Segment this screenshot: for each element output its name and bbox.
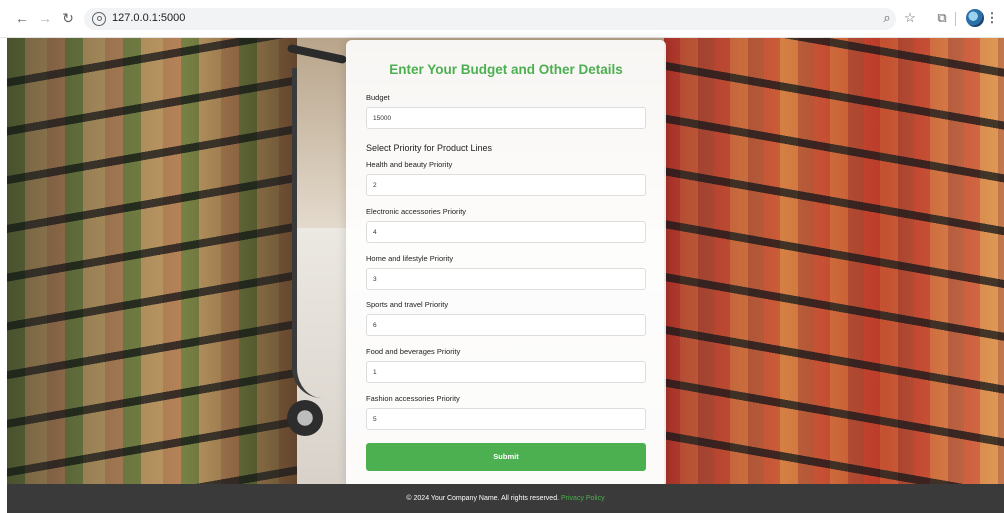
privacy-policy-link[interactable]: Privacy Policy xyxy=(561,495,605,502)
budget-input[interactable] xyxy=(366,107,646,129)
fashion-accessories-priority-input[interactable] xyxy=(366,408,646,430)
extensions-icon[interactable]: ⧉ xyxy=(934,10,950,26)
food-beverages-priority-input[interactable] xyxy=(366,361,646,383)
form-title: Enter Your Budget and Other Details xyxy=(389,62,623,77)
background-cart-wheel xyxy=(287,400,323,436)
forward-arrow-icon[interactable]: → xyxy=(37,10,53,26)
health-beauty-priority-input[interactable] xyxy=(366,174,646,196)
priority-section-title: Select Priority for Product Lines xyxy=(366,143,493,153)
bookmark-star-icon[interactable]: ☆ xyxy=(902,10,918,26)
budget-form: Enter Your Budget and Other Details Budg… xyxy=(346,40,666,488)
submit-button[interactable]: Submit xyxy=(366,443,646,471)
back-arrow-icon[interactable]: ← xyxy=(14,10,30,26)
menu-kebab-icon[interactable]: ⋮ xyxy=(984,10,1000,26)
site-info-icon[interactable] xyxy=(92,12,106,26)
toolbar-divider xyxy=(955,12,956,26)
zoom-icon[interactable]: ⌕ xyxy=(879,10,895,26)
background-left-shelves xyxy=(7,38,297,484)
browser-toolbar: ← → ↻ 127.0.0.1:5000 ⌕ ☆ ⧉ ⋮ xyxy=(0,0,1004,38)
url-text[interactable]: 127.0.0.1:5000 xyxy=(112,12,185,24)
budget-label: Budget xyxy=(366,93,390,102)
sports-travel-priority-input[interactable] xyxy=(366,314,646,336)
profile-avatar[interactable] xyxy=(966,9,984,27)
home-lifestyle-priority-input[interactable] xyxy=(366,268,646,290)
electronic-accessories-priority-input[interactable] xyxy=(366,221,646,243)
sports-travel-priority-label: Sports and travel Priority xyxy=(366,300,449,309)
home-lifestyle-priority-label: Home and lifestyle Priority xyxy=(366,254,454,263)
address-bar[interactable]: 127.0.0.1:5000 xyxy=(84,8,896,30)
electronic-accessories-priority-label: Electronic accessories Priority xyxy=(366,207,467,216)
fashion-accessories-priority-label: Fashion accessories Priority xyxy=(366,394,460,403)
reload-icon[interactable]: ↻ xyxy=(60,10,76,26)
health-beauty-priority-label: Health and beauty Priority xyxy=(366,160,453,169)
background-right-shelves xyxy=(664,38,1004,484)
food-beverages-priority-label: Food and beverages Priority xyxy=(366,347,461,356)
footer-copyright: © 2024 Your Company Name. All rights res… xyxy=(406,495,560,502)
page-footer: © 2024 Your Company Name. All rights res… xyxy=(7,484,1004,513)
